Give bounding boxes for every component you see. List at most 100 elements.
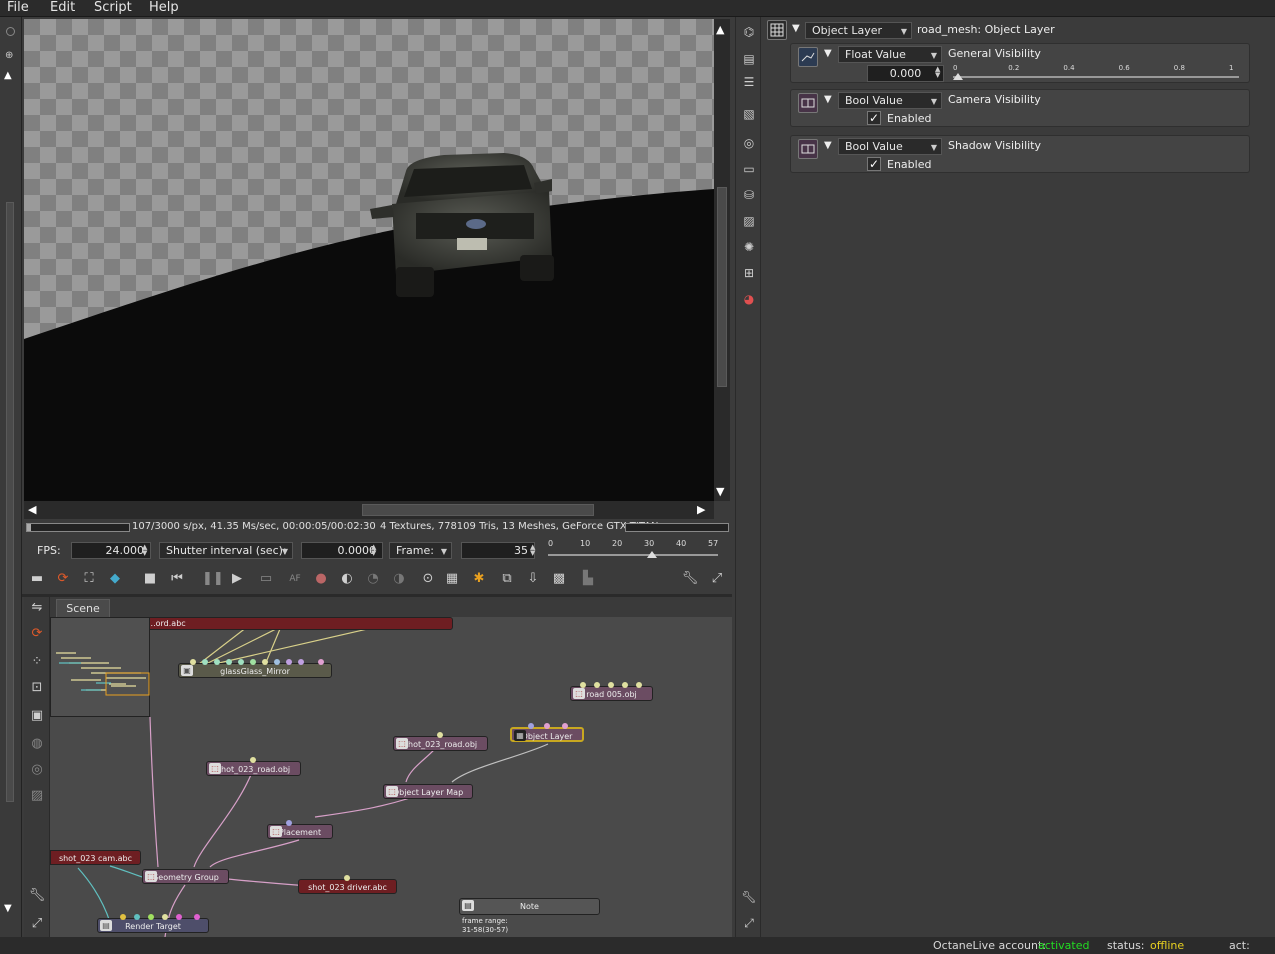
shadow-visibility-checkbox[interactable]: ✓ <box>867 157 881 171</box>
color-picker-icon[interactable]: ● <box>312 570 330 588</box>
shutter-stepper-icon[interactable]: ▲ ▼ <box>371 544 376 557</box>
monitor-icon[interactable]: ▭ <box>257 570 275 588</box>
pin[interactable] <box>190 659 196 665</box>
node-note[interactable]: ▤ Note <box>459 898 600 915</box>
play-icon[interactable]: ▶ <box>228 570 246 588</box>
viewport-vertical-scrollbar[interactable]: ▲ ▼ <box>714 19 730 501</box>
float-pin-icon[interactable] <box>798 47 818 67</box>
light-icon[interactable]: ✺ <box>740 238 758 256</box>
checker-icon[interactable]: ▩ <box>550 570 568 588</box>
material-icon[interactable]: ◕ <box>740 290 758 308</box>
object-picker-icon[interactable]: ◔ <box>364 570 382 588</box>
pin[interactable] <box>580 682 586 688</box>
node-geometry-group[interactable]: ⬚ Geometry Group <box>142 869 229 884</box>
pin[interactable] <box>298 659 304 665</box>
pin[interactable] <box>250 659 256 665</box>
bool-pin-icon[interactable] <box>798 139 818 159</box>
fps-stepper-icon[interactable]: ▲ ▼ <box>142 544 147 557</box>
grid-icon[interactable]: ▦ <box>443 570 461 588</box>
menu-edit[interactable]: Edit <box>50 0 75 16</box>
wrench-icon[interactable]: 🔧︎ <box>681 570 699 588</box>
node-road-005[interactable]: ⬚ road 005.obj <box>570 686 653 701</box>
pin[interactable] <box>286 659 292 665</box>
node-render-target[interactable]: ▤ Render Target <box>97 918 209 933</box>
general-visibility-slider[interactable]: 0 0.2 0.4 0.6 0.8 1 <box>953 64 1239 82</box>
node-fullscreen-icon[interactable]: ⤢ <box>28 915 46 933</box>
viewport-scroll-up-icon[interactable]: ▲ <box>716 23 724 36</box>
pin[interactable] <box>274 659 280 665</box>
timeline-slider[interactable]: 0 10 20 30 40 57 <box>548 539 718 561</box>
inspector-fullscreen-icon[interactable]: ⤢ <box>740 914 758 932</box>
material-picker-icon[interactable]: ◐ <box>338 570 356 588</box>
viewport-horizontal-scrollbar[interactable]: ◀ ▶ <box>24 501 714 519</box>
camera-settings-icon[interactable]: ◎ <box>740 134 758 152</box>
pin[interactable] <box>344 875 350 881</box>
stack-icon[interactable]: ☰ <box>740 73 758 91</box>
slider-thumb[interactable] <box>953 73 963 80</box>
viewport-vscroll-thumb[interactable] <box>717 187 727 387</box>
viewport-hscroll-thumb[interactable] <box>362 504 594 516</box>
pin[interactable] <box>608 682 614 688</box>
render-viewport[interactable] <box>24 19 714 501</box>
scroll-down-icon[interactable]: ▼ <box>4 903 12 914</box>
pin[interactable] <box>562 723 568 729</box>
viewport-scroll-right-icon[interactable]: ▶ <box>697 503 705 516</box>
link-icon[interactable]: ⇋ <box>28 599 46 617</box>
collapse-triangle-icon[interactable]: ▼ <box>792 23 800 34</box>
region-icon[interactable]: ⛶ <box>80 570 98 588</box>
general-visibility-field[interactable]: 0.000 <box>867 65 944 82</box>
shadow-type-dropdown[interactable]: Bool Value ▼ <box>838 138 942 155</box>
reload-icon[interactable]: ⟳ <box>54 570 72 588</box>
pin[interactable] <box>176 914 182 920</box>
node-wrench-icon[interactable]: 🔧︎ <box>28 887 46 905</box>
bool-pin-icon[interactable] <box>798 93 818 113</box>
fullscreen-icon[interactable]: ⤢ <box>708 570 726 588</box>
pin[interactable] <box>636 682 642 688</box>
header-type-dropdown[interactable]: Object Layer ▼ <box>805 22 912 39</box>
node-graph-minimap[interactable] <box>50 617 150 717</box>
frame-field[interactable]: 35 <box>461 542 535 559</box>
frame-stepper-icon[interactable]: ▲ ▼ <box>530 544 535 557</box>
viewport-toggle-icon[interactable]: ▬ <box>28 570 46 588</box>
pin[interactable] <box>318 659 324 665</box>
display-icon[interactable]: ▭ <box>740 160 758 178</box>
pin[interactable] <box>437 732 443 738</box>
menu-help[interactable]: Help <box>149 0 179 16</box>
copy-icon[interactable]: ⧉ <box>498 570 516 588</box>
pin[interactable] <box>162 914 168 920</box>
pin[interactable] <box>622 682 628 688</box>
node-glass-mirror[interactable]: ▣ glassGlass_Mirror <box>178 663 332 678</box>
node-shot-road-b[interactable]: ⬚ shot_023_road.obj <box>206 761 301 776</box>
pin[interactable] <box>286 820 292 826</box>
fit-icon[interactable]: ⊡ <box>28 679 46 697</box>
node-reload-icon[interactable]: ⟳ <box>28 625 46 643</box>
node-graph-canvas[interactable]: ...ord.abc ▣ glassGlass_Mirror ⬚ road 00… <box>50 617 732 937</box>
layers-icon[interactable]: ▤ <box>740 50 758 68</box>
left-scroll-thumb[interactable] <box>6 202 14 802</box>
database-icon[interactable]: ⛁ <box>740 186 758 204</box>
export-icon[interactable]: ⇩ <box>524 570 542 588</box>
pin[interactable] <box>238 659 244 665</box>
restart-icon[interactable]: ⏮ <box>168 570 186 588</box>
collapse-triangle-icon[interactable]: ▼ <box>824 140 832 151</box>
record-icon[interactable] <box>6 27 15 36</box>
texture-node-icon[interactable]: ▨ <box>28 787 46 805</box>
tab-scene[interactable]: Scene <box>56 599 110 617</box>
scroll-up-icon[interactable]: ▲ <box>4 70 12 81</box>
collapse-triangle-icon[interactable]: ▼ <box>824 94 832 105</box>
menu-script[interactable]: Script <box>94 0 132 16</box>
general-type-dropdown[interactable]: Float Value ▼ <box>838 46 942 63</box>
node-object-layer[interactable]: ▦ Object Layer <box>510 727 584 742</box>
cube-icon[interactable]: ◆ <box>106 570 124 588</box>
viewport-scroll-down-icon[interactable]: ▼ <box>716 485 724 498</box>
camera-picker-icon[interactable]: ◑ <box>390 570 408 588</box>
pin[interactable] <box>528 723 534 729</box>
node-object-layer-map[interactable]: ⬚ Object Layer Map <box>383 784 473 799</box>
shutter-interval-dropdown[interactable]: Shutter interval (sec): ▼ <box>159 542 293 559</box>
graph-icon[interactable]: ▣ <box>28 707 46 725</box>
node-shot-road-a[interactable]: ⬚ shot_023_road.obj <box>393 736 488 751</box>
arrange-icon[interactable]: ⁘ <box>28 653 46 671</box>
node-cam-top[interactable]: ...ord.abc <box>145 617 453 630</box>
menu-file[interactable]: File <box>7 0 29 16</box>
focus-icon[interactable]: ⊙ <box>419 570 437 588</box>
